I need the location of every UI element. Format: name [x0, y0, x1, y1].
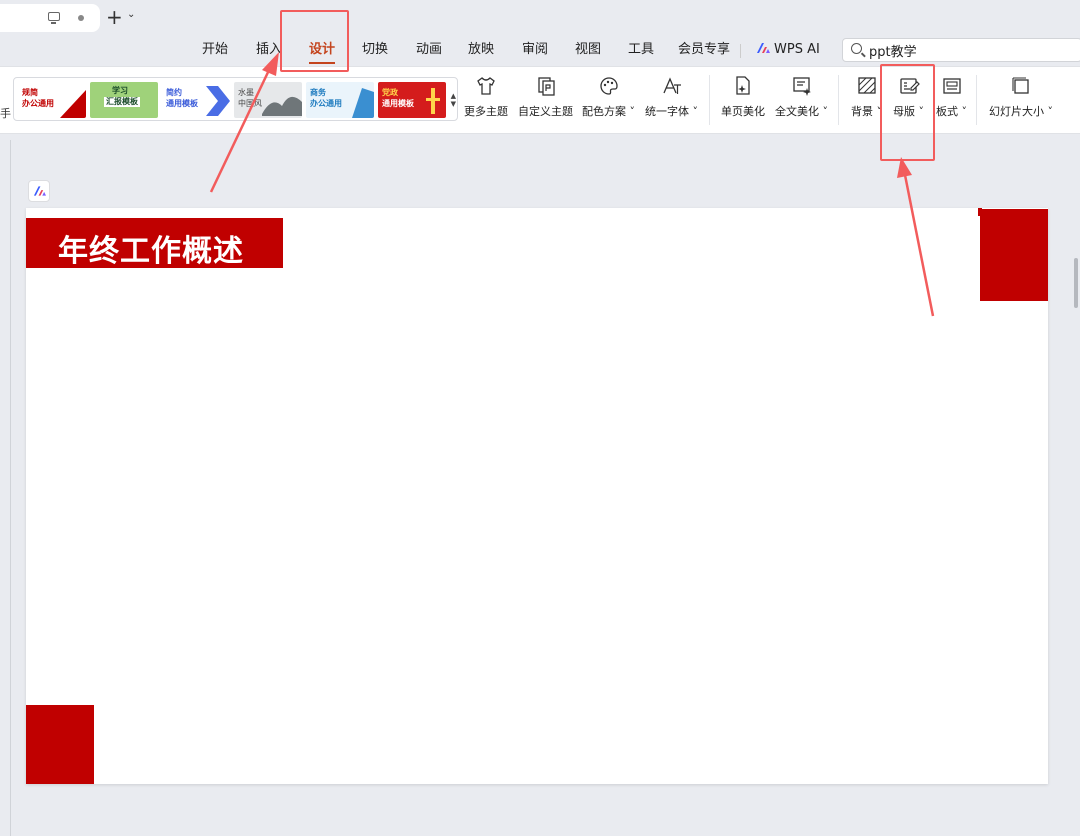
design-tab-highlight — [280, 10, 349, 72]
more-themes-label: 更多主题 — [464, 105, 508, 118]
full-beautify-label: 全文美化 — [775, 105, 819, 118]
theme-label-line1: 规简 — [22, 88, 38, 97]
top-right-decoration[interactable] — [980, 209, 1048, 301]
unify-font-button[interactable]: 统一字体 ˅ — [645, 75, 698, 119]
theme-label-line2: 办公通用 — [310, 99, 342, 108]
new-tab-button[interactable]: + — [106, 6, 123, 28]
master-button-highlight — [880, 64, 935, 161]
ribbon-separator — [838, 75, 839, 125]
scrollbar-thumb[interactable] — [1074, 258, 1078, 308]
menu-review[interactable]: 审阅 — [522, 38, 548, 62]
theme-label-line1: 商务 — [310, 88, 326, 97]
theme-label-line2: 办公通用 — [22, 99, 54, 108]
ink-landscape-icon — [262, 96, 302, 116]
slide-title[interactable]: 年终工作概述 — [58, 226, 244, 270]
custom-theme-icon — [537, 77, 555, 96]
color-scheme-button[interactable]: 配色方案 ˅ — [582, 75, 635, 119]
wps-ai-logo-icon — [757, 43, 770, 53]
search-icon — [851, 43, 862, 54]
monument-icon — [426, 88, 440, 114]
title-bar: + ⌄ — [0, 0, 1080, 36]
full-beautify-button[interactable]: 全文美化 ˅ — [775, 75, 828, 119]
page-beautify-button[interactable]: 单页美化 — [721, 75, 765, 119]
slide-canvas[interactable]: 年终工作概述 — [26, 208, 1048, 784]
theme-thumb-ink-chinese[interactable]: 水墨 中国风 — [234, 82, 302, 118]
menu-transition[interactable]: 切换 — [362, 38, 388, 62]
menu-member[interactable]: 会员专享 — [678, 38, 730, 62]
building-icon — [352, 88, 374, 118]
more-themes-button[interactable]: 更多主题 — [464, 75, 508, 119]
theme-label-line1: 简约 — [166, 88, 182, 97]
menu-tools[interactable]: 工具 — [628, 38, 654, 62]
full-beautify-icon — [792, 77, 811, 96]
slide-size-button[interactable]: 幻灯片大小 ˅ — [989, 75, 1053, 119]
background-label: 背景 — [851, 105, 873, 118]
layout-label: 板式 — [936, 105, 958, 118]
layout-icon — [942, 78, 961, 94]
theme-thumb-party[interactable]: 党政 通用模板 — [378, 82, 446, 118]
vertical-scrollbar[interactable] — [1072, 150, 1080, 830]
menu-slideshow[interactable]: 放映 — [468, 38, 494, 62]
panel-edge — [10, 140, 11, 836]
menu-bar: 开始 插入 设计 切换 动画 放映 审阅 视图 工具 会员专享 WPS AI — [0, 38, 840, 64]
unify-font-label: 统一字体 — [645, 105, 689, 118]
chevron-down-icon: ˅ — [819, 105, 828, 118]
monitor-icon[interactable] — [48, 12, 60, 24]
color-scheme-label: 配色方案 — [582, 105, 626, 118]
bottom-left-decoration[interactable] — [26, 705, 94, 784]
theme-label-line1: 党政 — [382, 88, 398, 97]
slide-size-label: 幻灯片大小 — [989, 105, 1044, 118]
theme-thumb-study-report[interactable]: 学习 汇报模板 — [90, 82, 158, 118]
custom-theme-button[interactable]: 自定义主题 — [518, 75, 573, 119]
theme-label-line2: 汇报模板 — [104, 97, 140, 107]
theme-gallery: 规简 办公通用 学习 汇报模板 简约 通用模板 水墨 中国风 商务 办公通用 党… — [13, 77, 458, 121]
theme-label-line1: 学习 — [112, 86, 128, 95]
wps-ai-label: WPS AI — [774, 42, 820, 57]
menu-view[interactable]: 视图 — [575, 38, 601, 62]
font-icon — [662, 77, 681, 94]
search-input[interactable]: ppt教学 — [842, 38, 1080, 62]
chevron-down-icon: ˅ — [1044, 105, 1053, 118]
theme-label-line2: 通用模板 — [382, 99, 414, 108]
ribbon-truncated-label: 手 — [0, 107, 11, 120]
chevron-down-icon: ˅ — [689, 105, 698, 118]
theme-label-line2: 中国风 — [238, 99, 262, 108]
chevron-right-icon — [206, 86, 230, 116]
unsaved-dot-icon — [78, 15, 84, 21]
theme-label-line2: 通用模板 — [166, 99, 198, 108]
theme-thumb-red-office[interactable]: 规简 办公通用 — [18, 82, 86, 118]
page-sparkle-icon — [736, 76, 750, 95]
slide-title-banner[interactable]: 年终工作概述 — [26, 218, 283, 270]
wps-ai-logo-icon — [33, 186, 46, 196]
theme-thumb-simple[interactable]: 简约 通用模板 — [162, 82, 230, 118]
layout-button[interactable]: 板式 ˅ — [936, 75, 967, 119]
ribbon-separator — [709, 75, 710, 125]
custom-theme-label: 自定义主题 — [518, 105, 573, 118]
theme-label-line1: 水墨 — [238, 88, 254, 97]
menu-insert[interactable]: 插入 — [256, 38, 282, 62]
chevron-down-icon[interactable]: ⌄ — [127, 9, 135, 20]
palette-icon — [599, 77, 618, 95]
background-icon — [857, 77, 876, 94]
background-button[interactable]: 背景 ˅ — [851, 75, 882, 119]
chevron-down-icon: ˅ — [958, 105, 967, 118]
page-beautify-label: 单页美化 — [721, 105, 765, 118]
ai-assistant-button[interactable] — [28, 180, 50, 202]
theme-thumb-business[interactable]: 商务 办公通用 — [306, 82, 374, 118]
gallery-expand-icon[interactable]: ▲ ▼ — [451, 92, 456, 108]
menu-animation[interactable]: 动画 — [416, 38, 442, 62]
tshirt-icon — [477, 77, 495, 95]
document-tab[interactable] — [0, 4, 100, 32]
slide-size-icon — [1012, 77, 1029, 94]
menu-wps-ai[interactable]: WPS AI — [756, 38, 820, 62]
search-value: ppt教学 — [869, 45, 917, 60]
ribbon-separator — [976, 75, 977, 125]
red-flag-icon — [60, 90, 86, 118]
chevron-down-icon: ˅ — [626, 105, 635, 118]
menu-start[interactable]: 开始 — [202, 38, 228, 62]
menu-divider — [740, 44, 741, 58]
